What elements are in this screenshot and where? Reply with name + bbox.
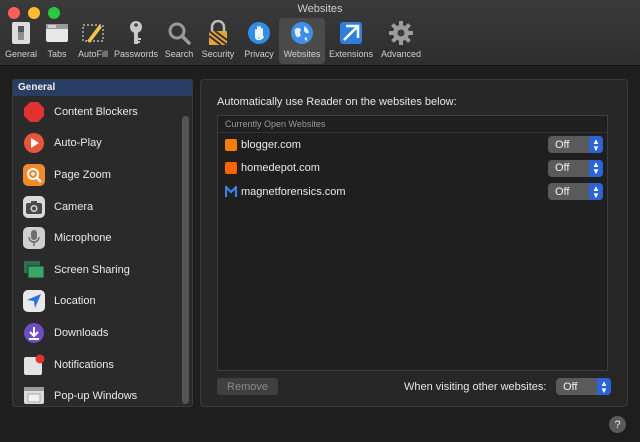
screen-sharing-icon: [23, 259, 45, 281]
sidebar-item-microphone[interactable]: Microphone: [13, 222, 192, 254]
microphone-icon: [23, 227, 45, 250]
other-websites-select[interactable]: Off ▲ ▼: [556, 378, 611, 395]
autofill-pencil-icon: [80, 20, 106, 46]
extensions-icon: [338, 20, 364, 46]
tabs-window-icon: [44, 20, 70, 46]
chevron-updown-icon: ▲ ▼: [597, 378, 611, 395]
toolbar: Websites General Tabs AutoFill Passwords: [0, 0, 640, 66]
table-row[interactable]: blogger.com Off ▲ ▼: [218, 133, 607, 157]
tab-advanced[interactable]: Advanced: [377, 18, 425, 64]
general-switch-icon: [8, 20, 34, 46]
sidebar-item-popup-windows[interactable]: Pop-up Windows: [13, 380, 192, 406]
site-setting-select[interactable]: Off ▲ ▼: [548, 159, 603, 177]
site-setting-select[interactable]: Off ▲ ▼: [548, 183, 603, 200]
sidebar-item-location[interactable]: Location: [13, 286, 192, 318]
site-name: magnetforensics.com: [241, 185, 346, 198]
sidebar-item-page-zoom[interactable]: Page Zoom: [13, 159, 192, 191]
hand-icon: [246, 20, 272, 46]
other-websites-label: When visiting other websites:: [404, 381, 547, 393]
sidebar-list: Content Blockers Auto-Play Page Zoom Cam…: [13, 96, 192, 406]
panel-heading: Automatically use Reader on the websites…: [217, 96, 457, 108]
table-header: Currently Open Websites: [218, 116, 607, 133]
chevron-updown-icon: ▲ ▼: [589, 183, 603, 200]
tab-search[interactable]: Search: [161, 18, 197, 64]
tab-security[interactable]: Security: [197, 18, 239, 64]
site-setting-select[interactable]: Off ▲ ▼: [548, 136, 603, 153]
sidebar-item-screen-sharing[interactable]: Screen Sharing: [13, 254, 192, 286]
chevron-updown-icon: ▲ ▼: [589, 136, 603, 153]
sidebar-item-label: Page Zoom: [54, 168, 111, 181]
sidebar-item-label: Pop-up Windows: [54, 390, 138, 403]
sidebar-section-general: General: [13, 80, 192, 96]
table-row[interactable]: magnetforensics.com Off ▲ ▼: [218, 180, 607, 204]
tab-privacy[interactable]: Privacy: [239, 18, 279, 64]
tab-passwords[interactable]: Passwords: [111, 18, 161, 64]
stop-sign-icon: [23, 101, 45, 123]
popup-windows-icon: [23, 385, 45, 406]
websites-reader-panel: Automatically use Reader on the websites…: [200, 79, 628, 407]
site-name: blogger.com: [241, 138, 301, 151]
table-row[interactable]: homedepot.com Off ▲ ▼: [218, 157, 607, 181]
location-arrow-icon: [23, 290, 45, 313]
sidebar-item-downloads[interactable]: Downloads: [13, 317, 192, 349]
sidebar-item-label: Content Blockers: [54, 105, 138, 118]
tab-websites[interactable]: Websites: [279, 18, 325, 64]
tab-autofill[interactable]: AutoFill: [75, 18, 111, 64]
sidebar-item-content-blockers[interactable]: Content Blockers: [13, 96, 192, 128]
lock-icon: [205, 20, 231, 46]
chevron-updown-icon: ▲ ▼: [589, 159, 603, 177]
site-name: homedepot.com: [241, 162, 320, 175]
notifications-icon: [23, 354, 45, 376]
sidebar: General Content Blockers Auto-Play Page …: [12, 79, 193, 407]
help-button[interactable]: ?: [609, 416, 626, 433]
camera-icon: [23, 195, 45, 218]
sidebar-item-label: Downloads: [54, 326, 109, 339]
sidebar-item-label: Screen Sharing: [54, 263, 130, 276]
sidebar-item-notifications[interactable]: Notifications: [13, 349, 192, 381]
sidebar-item-label: Microphone: [54, 232, 112, 245]
play-icon: [23, 132, 45, 154]
sidebar-item-auto-play[interactable]: Auto-Play: [13, 128, 192, 160]
tab-tabs[interactable]: Tabs: [39, 18, 75, 64]
websites-table: Currently Open Websites blogger.com Off …: [217, 115, 608, 371]
magnifier-icon: [166, 20, 192, 46]
window-title: Websites: [297, 3, 343, 15]
globe-icon: [289, 20, 315, 46]
tab-extensions[interactable]: Extensions: [325, 18, 377, 64]
sidebar-scrollbar[interactable]: [182, 116, 189, 404]
downloads-icon: [23, 322, 45, 344]
sidebar-item-label: Location: [54, 295, 96, 308]
sidebar-item-camera[interactable]: Camera: [13, 191, 192, 223]
zoom-icon: [23, 163, 45, 186]
sidebar-item-label: Auto-Play: [54, 137, 102, 150]
sidebar-item-label: Camera: [54, 200, 94, 213]
blogger-icon: [225, 138, 237, 151]
homedepot-icon: [225, 162, 237, 175]
sidebar-item-label: Notifications: [54, 358, 114, 371]
tab-general[interactable]: General: [3, 18, 39, 64]
magnetforensics-icon: [224, 184, 238, 198]
preferences-tabs: General Tabs AutoFill Passwords Search S…: [3, 18, 425, 64]
key-icon: [123, 20, 149, 46]
remove-button[interactable]: Remove: [217, 378, 278, 395]
gear-icon: [388, 20, 414, 46]
